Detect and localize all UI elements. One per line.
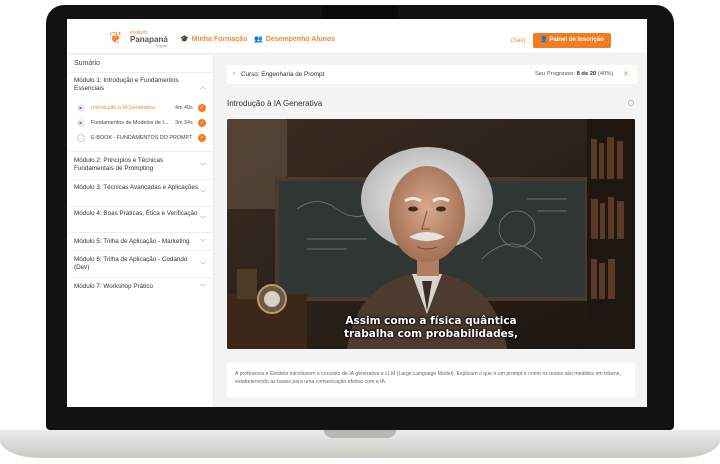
module-label: Módulo 2: Princípios e Técnicas Fundamen… (74, 157, 164, 172)
module-label: Módulo 6: Trilha de Aplicação - Codando … (74, 256, 188, 271)
panel-button-label: Painel de Inscrição (549, 37, 604, 43)
module-label: Módulo 4: Boas Práticas, Ética e Verific… (74, 210, 198, 217)
caption-line-2: trabalha com probabilidades, (343, 328, 519, 340)
lesson-title: Introdução à IA Generativa (91, 105, 156, 111)
module-label: Módulo 3: Técnicas Avançadas e Aplicaçõe… (74, 184, 199, 191)
lesson-item-3[interactable]: ▫ E-BOOK - FUNDAMENTOS DO PROMPT ✓ (74, 133, 208, 144)
top-nav: ❦ Instituto Panapaná Digital 🎓 Minha Form… (67, 19, 647, 54)
lock-icon: ▫ (77, 134, 85, 142)
progress-text: Seu Progresso: 8 de 20 (40%) (535, 71, 613, 77)
play-icon: ▶ (77, 119, 85, 127)
logout-link[interactable]: (Sair) (511, 38, 526, 44)
sidebar-module-1[interactable]: Módulo 1: Introdução e Fundamentos Essen… (74, 77, 202, 93)
module-label: Módulo 1: Introdução e Fundamentos Essen… (74, 77, 179, 92)
course-header: ‹ Curso: Engenharia de Prompt Seu Progre… (227, 65, 637, 84)
graduation-icon: 🎓 (180, 36, 189, 43)
divider (67, 179, 214, 180)
lesson-duration: 3m 34s (175, 120, 193, 126)
sidebar-module-5[interactable]: Módulo 5: Trilha de Aplicação - Marketin… (74, 238, 202, 246)
sidebar-module-3[interactable]: Módulo 3: Técnicas Avançadas e Aplicaçõe… (74, 184, 202, 192)
sidebar-module-4[interactable]: Módulo 4: Boas Práticas, Ética e Verific… (74, 210, 202, 218)
panel-button[interactable]: 👤 Painel de Inscrição (533, 33, 611, 48)
chevron-left-icon[interactable]: ‹ (233, 71, 235, 77)
divider (67, 277, 214, 278)
module-label: Módulo 7: Workshop Prático (74, 283, 153, 290)
lesson-heading: Introdução à IA Generativa (227, 99, 323, 108)
nav-link-label: Desempenho Alunos (265, 36, 336, 43)
laptop-base-notch (324, 430, 396, 438)
video-caption: Assim como a física quântica trabalha co… (227, 315, 635, 341)
module-label: Módulo 5: Trilha de Aplicação - Marketin… (74, 238, 190, 245)
video-player[interactable]: Assim como a física quântica trabalha co… (227, 119, 635, 349)
lesson-title: E-BOOK - FUNDAMENTOS DO PROMPT (91, 135, 193, 141)
check-icon: ✓ (198, 134, 206, 142)
chevron-up-icon[interactable]: ︿ (200, 82, 206, 91)
course-title: Curso: Engenharia de Prompt (241, 71, 325, 78)
progress-value: 8 de 20 (576, 71, 597, 77)
info-icon[interactable] (628, 100, 634, 106)
main-content: ‹ Curso: Engenharia de Prompt Seu Progre… (227, 65, 637, 407)
progress-percent: (40%) (597, 71, 614, 77)
lesson-title: Fundamentos de Modelos de I... (91, 120, 169, 126)
sidebar: Sumário Módulo 1: Introdução e Fundament… (67, 55, 214, 407)
divider (67, 72, 214, 73)
check-icon: ✓ (198, 104, 206, 112)
chevron-down-icon[interactable]: ﹀ (200, 214, 206, 223)
chevron-down-icon[interactable]: ﹀ (200, 260, 206, 269)
chevron-down-icon[interactable]: ﹀ (200, 161, 206, 170)
sidebar-title: Sumário (74, 60, 101, 67)
lesson-description: A professora e Einstein introduzem o con… (227, 363, 635, 397)
chevron-down-icon[interactable]: ﹀ (200, 282, 206, 291)
logo-line3: Digital (156, 43, 168, 48)
nav-link-label: Minha Formação (191, 36, 248, 43)
sidebar-module-2[interactable]: Módulo 2: Princípios e Técnicas Fundamen… (74, 157, 202, 173)
nav-link-minha-formacao[interactable]: 🎓 Minha Formação (180, 35, 247, 43)
sidebar-module-6[interactable]: Módulo 6: Trilha de Aplicação - Codando … (74, 256, 202, 272)
chevron-down-icon[interactable]: ﹀ (200, 237, 206, 246)
lesson-item-2[interactable]: ▶ Fundamentos de Modelos de I... 3m 34s … (74, 118, 208, 129)
logo[interactable]: ❦ Instituto Panapaná Digital (109, 30, 187, 50)
users-icon: 👥 (254, 36, 263, 43)
screen: ❦ Instituto Panapaná Digital 🎓 Minha Form… (67, 19, 647, 407)
lesson-item-1[interactable]: ▶ Introdução à IA Generativa 4m 40s ✓ (74, 103, 208, 114)
sidebar-module-7[interactable]: Módulo 7: Workshop Prático (74, 283, 202, 291)
nav-link-desempenho[interactable]: 👥 Desempenho Alunos (254, 35, 335, 43)
divider (67, 151, 214, 152)
caption-line-1: Assim como a física quântica (345, 315, 517, 327)
divider (67, 232, 214, 233)
divider (67, 250, 214, 251)
butterfly-icon: ❦ (109, 30, 123, 47)
lesson-duration: 4m 40s (175, 105, 193, 111)
play-icon: ▶ (77, 104, 85, 112)
check-icon: ✓ (198, 119, 206, 127)
chevron-down-icon[interactable]: ﹀ (200, 188, 206, 197)
close-icon[interactable]: ✕ (623, 70, 629, 78)
progress-label: Seu Progresso: (535, 71, 575, 77)
divider (67, 206, 214, 207)
